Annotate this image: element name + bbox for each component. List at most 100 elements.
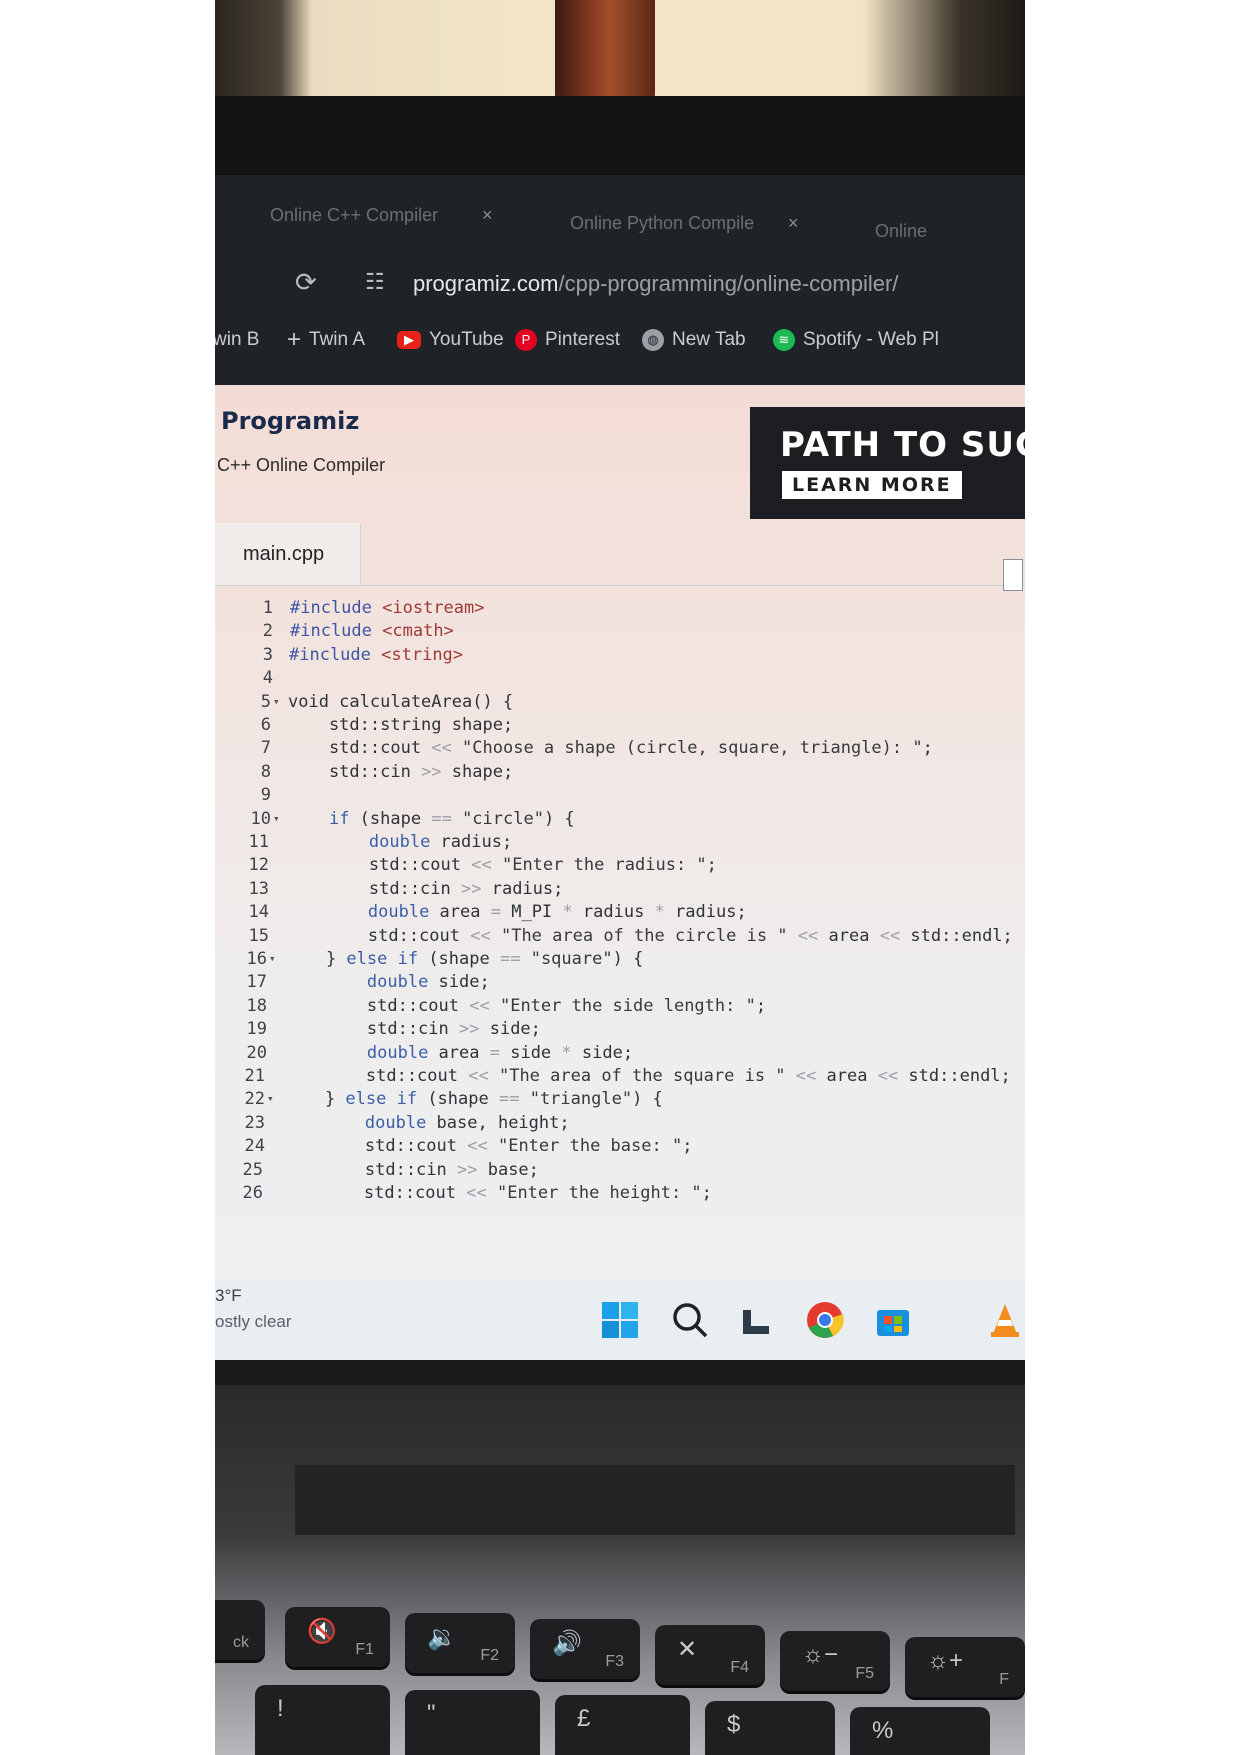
reload-icon[interactable]: ⟳ [295,267,317,298]
code-line[interactable]: std::cout << "The area of the circle is … [286,926,1013,946]
code-line[interactable]: #include <iostream> [290,598,485,618]
code-operator: << [469,995,490,1016]
code-line[interactable]: void calculateArea() { [288,692,513,712]
learn-more-button[interactable]: LEARN MORE [782,471,962,499]
code-operator: = [490,902,501,923]
code-string: "The area of the circle is " [500,925,788,946]
code-line[interactable]: std::cout << "Enter the side length: "; [285,996,766,1016]
search-icon[interactable] [670,1300,710,1340]
code-keyword: double [366,1042,429,1063]
key-symbol: % [872,1717,894,1744]
key-symbol: " [427,1700,436,1727]
code-line[interactable]: std::cin >> shape; [288,762,513,782]
key-5[interactable]: % [850,1707,990,1755]
tab-online[interactable]: Online [875,221,927,249]
key-3[interactable]: £ [555,1695,690,1755]
code-line[interactable]: double side; [285,972,490,992]
line-number[interactable]: 22 [217,1089,265,1109]
vlc-icon[interactable] [985,1300,1025,1340]
code-directive: #include [290,598,372,618]
fold-arrow-icon[interactable]: ▾ [267,1092,274,1105]
site-settings-icon[interactable]: ☷ [365,269,385,295]
code-string: "Choose a shape (circle, square, triangl… [462,738,923,759]
code-line[interactable]: std::cout << "Choose a shape (circle, sq… [288,738,933,758]
code-token: void calculateArea() { [288,691,514,712]
code-token: area [429,902,491,923]
line-number: 23 [244,1112,265,1133]
line-number: 3 [262,644,273,665]
programiz-logo[interactable]: Programiz [221,407,359,435]
windows-start-icon[interactable] [600,1300,640,1340]
bookmark-new-tab[interactable]: ◍ New Tab [642,325,746,355]
code-line[interactable]: #include <cmath> [290,621,454,641]
bookmark-twin-a[interactable]: + Twin A [287,325,365,355]
key-f4[interactable]: ✕ F4 [655,1625,765,1685]
file-explorer-icon[interactable] [737,1300,777,1340]
line-number: 15 [248,925,269,946]
key-2[interactable]: " [405,1690,540,1755]
code-line[interactable]: } else if (shape == "square") { [285,949,643,969]
line-number: 17 [246,972,267,993]
code-line[interactable]: double area = side * side; [285,1043,633,1063]
key-f2[interactable]: 🔉 F2 [405,1613,515,1673]
fold-arrow-icon[interactable]: ▾ [273,812,280,825]
key-f5[interactable]: ☼− F5 [780,1631,890,1691]
key-f6[interactable]: ☼+ F [905,1637,1025,1697]
code-line[interactable]: if (shape == "circle") { [288,809,575,829]
code-line[interactable]: std::cout << "Enter the radius: "; [287,855,717,875]
expand-icon[interactable] [1003,559,1023,591]
line-number[interactable]: 16 [219,949,267,969]
code-line[interactable]: double base, height; [283,1113,570,1133]
bookmark-label: New Tab [672,329,746,350]
code-editor[interactable]: 1 #include <iostream> 2 #include <cmath> 3 #i… [215,590,1025,1250]
close-icon[interactable]: × [482,205,493,226]
bookmark-twin-b[interactable]: win B [215,325,259,355]
file-tab-main-cpp[interactable]: main.cpp [215,523,361,585]
code-token: radius [572,902,655,923]
key-f1[interactable]: 🔇 F1 [285,1607,390,1667]
code-token: std::cout [288,738,432,759]
code-token: } [284,1089,346,1110]
code-line[interactable]: std::cout << "Enter the height: "; [282,1183,712,1203]
code-line[interactable]: } else if (shape == "triangle") { [284,1089,663,1109]
line-number: 1 [262,598,273,618]
code-line[interactable]: std::cout << "The area of the square is … [284,1066,1011,1086]
code-token: ; [682,1136,693,1157]
line-number[interactable]: 5 [223,692,271,712]
code-line[interactable]: double radius; [287,832,512,852]
brightness-down-icon: ☼− [802,1641,839,1668]
code-line[interactable]: std::cin >> radius; [287,879,564,899]
key-lock[interactable]: ck [215,1600,265,1660]
close-icon[interactable]: × [788,213,799,234]
fold-arrow-icon[interactable]: ▾ [273,695,280,708]
code-line[interactable]: std::cin >> base; [283,1160,539,1180]
address-bar[interactable]: programiz.com/cpp-programming/online-com… [413,271,898,297]
line-number[interactable]: 10 [223,809,271,829]
tab-cpp-compiler[interactable]: Online C++ Compiler × [270,205,493,233]
key-4[interactable]: $ [705,1701,835,1755]
code-string: "Enter the height: " [496,1183,702,1203]
weather-temperature[interactable]: 3°F [215,1286,242,1306]
store-icon[interactable] [873,1300,913,1340]
key-1[interactable]: ! [255,1685,390,1755]
code-token: area [818,925,880,946]
code-line[interactable]: std::cin >> side; [285,1019,541,1039]
code-token: ; [701,1183,712,1203]
key-f3[interactable]: 🔊 F3 [530,1619,640,1679]
code-string: "Enter the radius: " [501,855,707,876]
chrome-icon[interactable] [805,1300,845,1340]
tab-python-compiler[interactable]: Online Python Compile × [570,213,799,241]
ad-banner[interactable]: PATH TO SUCC LEARN MORE [750,407,1025,519]
weather-condition[interactable]: ostly clear [215,1312,292,1332]
code-token: std::cout [282,1183,467,1203]
code-line[interactable]: std::cout << "Enter the base: "; [283,1136,693,1157]
bookmark-spotify[interactable]: ≋ Spotify - Web Pl [773,325,939,355]
fold-arrow-icon[interactable]: ▾ [269,952,276,965]
bookmark-pinterest[interactable]: P Pinterest [515,325,620,355]
code-line[interactable]: #include <string> [289,645,463,665]
code-line[interactable]: double area = M_PI * radius * radius; [286,902,747,922]
code-line[interactable]: std::string shape; [288,715,513,735]
globe-icon: ◍ [642,329,664,351]
bookmark-youtube[interactable]: ▶ YouTube [397,325,504,355]
